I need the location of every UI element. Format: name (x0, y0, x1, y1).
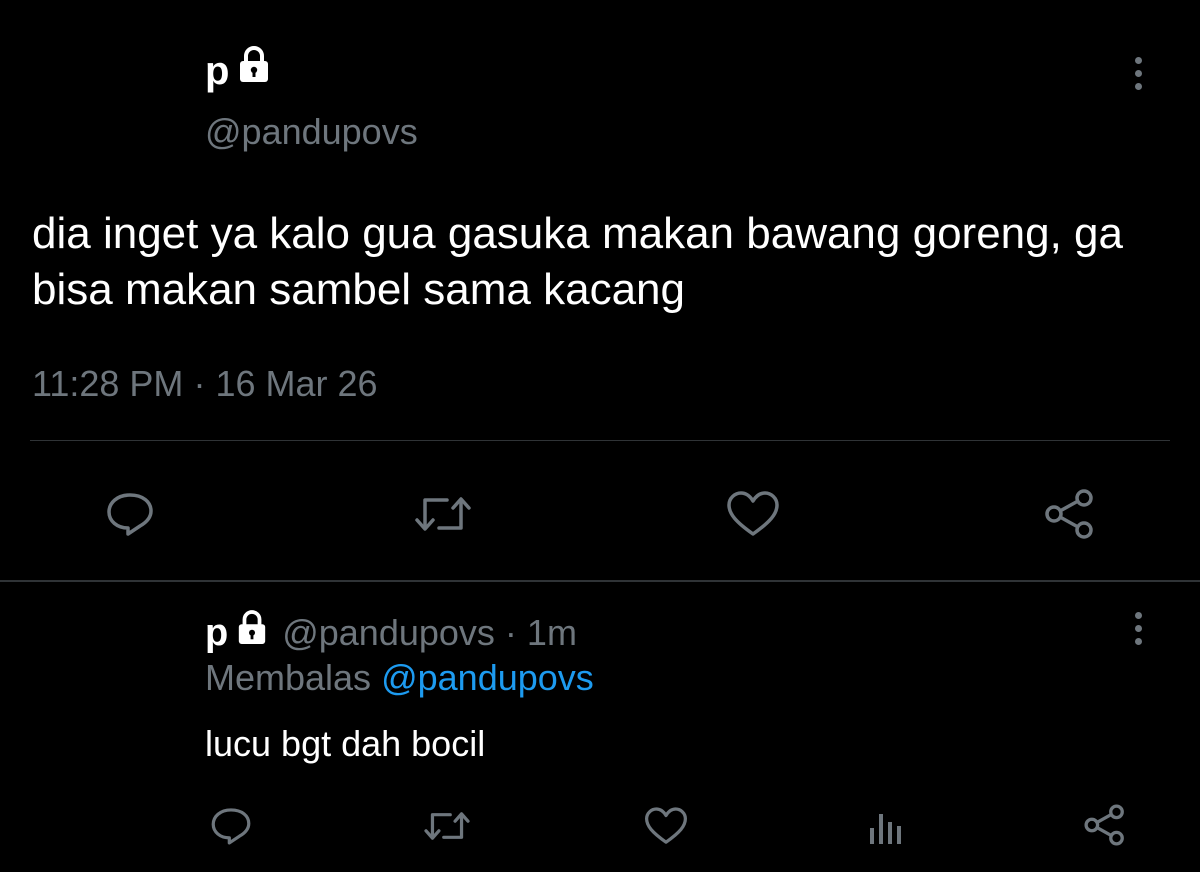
reply-age[interactable]: 1m (527, 611, 577, 655)
main-display-name[interactable]: p (205, 46, 271, 95)
like-button[interactable] (722, 484, 784, 544)
reply-button[interactable] (206, 802, 256, 850)
tweet-timestamp[interactable]: 11:28 PM · 16 Mar 26 (32, 362, 378, 406)
more-options-icon[interactable] (1123, 57, 1153, 90)
divider (30, 440, 1170, 441)
retweet-button[interactable] (420, 802, 474, 850)
retweet-icon (424, 812, 470, 840)
main-display-name-text[interactable]: p (205, 47, 229, 95)
reply-header: p @pandupovs · 1m (205, 610, 577, 656)
tweet-date: 16 Mar 26 (215, 363, 378, 404)
reply-icon (211, 808, 251, 845)
tweet-text: dia inget ya kalo gua gasuka makan bawan… (32, 209, 1123, 314)
lock-icon (236, 610, 268, 656)
reply-text: lucu bgt dah bocil (205, 723, 486, 764)
like-icon (727, 491, 779, 536)
replying-to: Membalas @pandupovs (205, 656, 594, 700)
reply-display-name-text[interactable]: p (205, 611, 228, 655)
more-options-icon[interactable] (1123, 612, 1153, 645)
timestamp-separator: · (193, 363, 206, 404)
tweet-time: 11:28 PM (32, 363, 184, 404)
reply-handle[interactable]: @pandupovs (282, 611, 495, 655)
reply-button[interactable] (100, 484, 160, 544)
like-button[interactable] (640, 802, 692, 850)
reply-separator: · (504, 612, 517, 653)
reply-display-name[interactable]: p (205, 610, 268, 656)
share-icon (1084, 804, 1124, 846)
reply-icon (107, 493, 153, 536)
retweet-button[interactable] (410, 484, 476, 544)
share-button[interactable] (1040, 484, 1100, 544)
retweet-icon (415, 497, 471, 531)
share-icon (1045, 489, 1093, 539)
lock-icon (237, 46, 271, 95)
analytics-icon (870, 814, 901, 844)
like-icon (645, 807, 687, 844)
main-handle[interactable]: @pandupovs (205, 110, 418, 154)
divider (0, 580, 1200, 582)
replying-to-label: Membalas (205, 657, 372, 698)
replying-to-handle[interactable]: @pandupovs (381, 657, 594, 698)
analytics-button[interactable] (862, 802, 910, 850)
share-button[interactable] (1080, 800, 1130, 850)
